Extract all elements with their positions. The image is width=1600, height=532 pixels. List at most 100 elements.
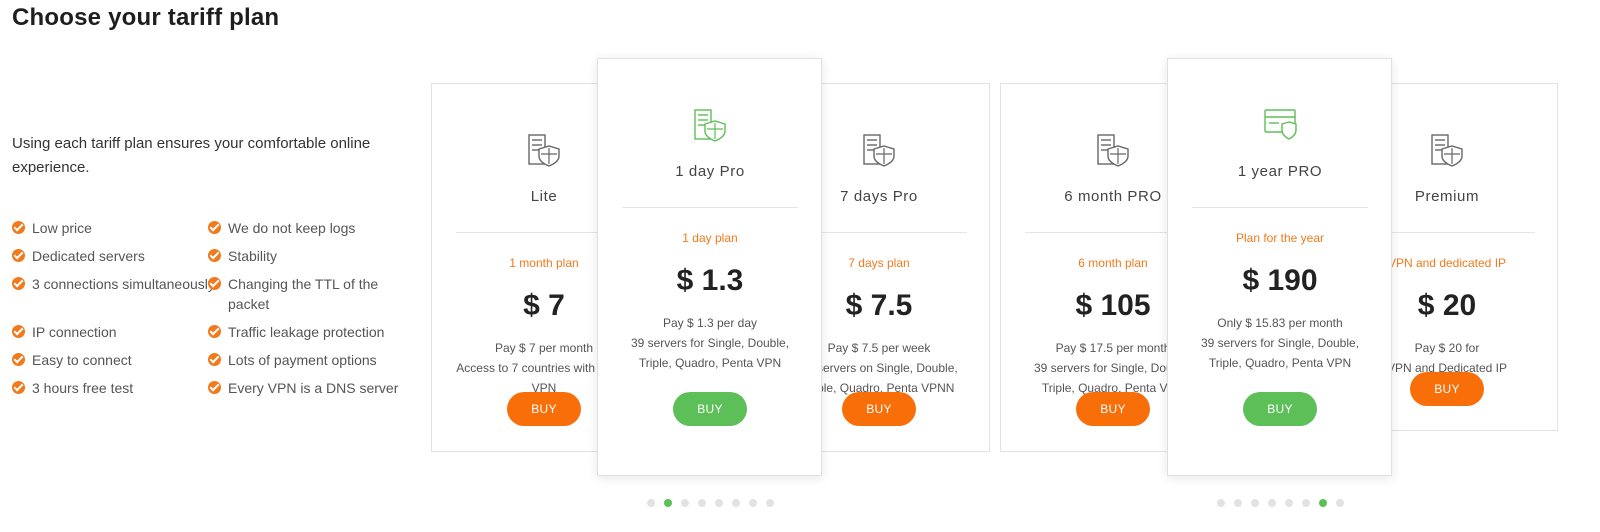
pagination-dot[interactable]	[1251, 499, 1259, 507]
buy-button-lite[interactable]: BUY	[507, 392, 581, 426]
plan-card-7-days-pro: 7 days Pro 7 days plan $ 7.5 Pay $ 7.5 p…	[820, 83, 990, 452]
check-circle-icon	[208, 381, 221, 394]
plan-description: Pay $ 7 per month Access to 7 countries …	[432, 338, 621, 398]
feature-label: Lots of payment options	[228, 352, 377, 368]
pagination-dot[interactable]	[1285, 499, 1293, 507]
plan-subtitle: 1 day plan	[682, 231, 738, 245]
feature-item: Changing the TTL of the packet	[208, 274, 396, 314]
plan-name: Lite	[530, 188, 558, 205]
feature-item: Easy to connect	[12, 350, 222, 370]
server-shield-icon	[1097, 134, 1129, 167]
plan-card-6-month-pro: 6 month PRO 6 month plan $ 105 Pay $ 17.…	[1000, 83, 1180, 452]
pagination-dot[interactable]	[732, 499, 740, 507]
plan-price: $ 7.5	[845, 289, 913, 322]
check-circle-icon	[12, 325, 25, 338]
plan-card-1-day-pro: 1 day Pro 1 day plan $ 1.3 Pay $ 1.3 per…	[597, 58, 822, 476]
pagination-dot[interactable]	[715, 499, 723, 507]
plan-desc-line: Pay $ 7 per month	[494, 341, 594, 355]
divider	[1192, 207, 1368, 208]
plan-desc-line: 39 servers on Single, Double,	[820, 361, 958, 375]
plan-desc-line: Pay $ 17.5 per month	[1055, 341, 1171, 355]
feature-item: 3 hours free test	[12, 378, 222, 398]
plan-description: Pay $ 20 for VPN and Dedicated IP	[1391, 338, 1557, 378]
divider	[622, 207, 798, 208]
pagination-dot[interactable]	[749, 499, 757, 507]
divider	[821, 232, 967, 233]
feature-label: Easy to connect	[32, 352, 132, 368]
plan-desc-line: 39 servers for Single, Double,	[630, 336, 790, 350]
pagination-dot[interactable]	[1268, 499, 1276, 507]
plan-desc-line: 39 servers for Single, Double,	[1200, 336, 1360, 350]
feature-label: Changing the TTL of the packet	[228, 276, 379, 312]
feature-item: We do not keep logs	[208, 218, 418, 238]
plan-name: 7 days Pro	[840, 188, 918, 205]
divider	[1025, 232, 1179, 233]
feature-item: 3 connections simultaneously	[12, 274, 232, 294]
check-circle-icon	[12, 249, 25, 262]
check-circle-icon	[12, 353, 25, 366]
buy-button-1-year-pro[interactable]: BUY	[1243, 392, 1317, 426]
buy-button-1-day-pro[interactable]: BUY	[673, 392, 747, 426]
feature-item: Stability	[208, 246, 418, 266]
server-shield-icon	[528, 134, 560, 167]
feature-label: IP connection	[32, 324, 117, 340]
plan-desc-line: Access to 7 countries with Single	[456, 361, 621, 375]
feature-label: 3 connections simultaneously	[32, 276, 215, 292]
pagination-dot[interactable]	[1302, 499, 1310, 507]
feature-label: Dedicated servers	[32, 248, 145, 264]
plan-desc-line: Pay $ 20 for	[1414, 341, 1480, 355]
plan-description: Pay $ 1.3 per day 39 servers for Single,…	[598, 313, 821, 373]
plan-price: $ 190	[1242, 264, 1318, 297]
buy-button-6-month-pro[interactable]: BUY	[1076, 392, 1150, 426]
check-circle-icon	[208, 221, 221, 234]
buy-button-premium[interactable]: BUY	[1410, 372, 1484, 406]
pagination-dot[interactable]	[1234, 499, 1242, 507]
pagination-dot[interactable]	[681, 499, 689, 507]
plan-desc-line: Only $ 15.83 per month	[1217, 316, 1343, 330]
feature-label: Traffic leakage protection	[228, 324, 385, 340]
plan-card-lite: Lite 1 month plan $ 7 Pay $ 7 per month …	[431, 83, 621, 452]
server-card-shield-icon	[1264, 109, 1297, 140]
plan-name: Premium	[1414, 188, 1480, 205]
plan-desc-line: Triple, Quadro, Penta VPN	[638, 356, 782, 370]
pagination-dot[interactable]	[698, 499, 706, 507]
pagination-dot[interactable]	[1319, 499, 1327, 507]
pagination-dot[interactable]	[647, 499, 655, 507]
feature-label: Every VPN is a DNS server	[228, 380, 399, 396]
check-circle-icon	[208, 277, 221, 290]
pagination-dot[interactable]	[664, 499, 672, 507]
plan-subtitle: 6 month plan	[1078, 256, 1148, 270]
plan-card-1-year-pro: 1 year PRO Plan for the year $ 190 Only …	[1167, 58, 1392, 476]
pagination-dot[interactable]	[766, 499, 774, 507]
server-shield-icon	[863, 134, 895, 167]
plan-subtitle: VPN and dedicated IP	[1390, 256, 1507, 270]
feature-item: Dedicated servers	[12, 246, 222, 266]
plan-description: Pay $ 17.5 per month 39 servers for Sing…	[1001, 338, 1180, 398]
plan-description: Only $ 15.83 per month 39 servers for Si…	[1168, 313, 1391, 373]
check-circle-icon	[208, 353, 221, 366]
feature-item: Low price	[12, 218, 222, 238]
plan-desc-line: Pay $ 1.3 per day	[662, 316, 758, 330]
plan-desc-line: Pay $ 7.5 per week	[827, 341, 931, 355]
feature-label: Low price	[32, 220, 92, 236]
plan-subtitle: Plan for the year	[1235, 231, 1325, 245]
plan-subtitle: 7 days plan	[848, 256, 910, 270]
check-circle-icon	[208, 249, 221, 262]
check-circle-icon	[12, 381, 25, 394]
check-circle-icon	[12, 277, 25, 290]
plan-description: Pay $ 7.5 per week 39 servers on Single,…	[820, 338, 989, 398]
plan-name: 6 month PRO	[1064, 188, 1162, 205]
feature-item: Traffic leakage protection	[208, 322, 418, 342]
plan-subtitle: 1 month plan	[509, 256, 579, 270]
feature-label: 3 hours free test	[32, 380, 134, 396]
plan-card-premium: Premium VPN and dedicated IP $ 20 Pay $ …	[1390, 83, 1558, 431]
page-title: Choose your tariff plan	[12, 4, 280, 31]
plan-desc-line: Triple, Quadro, Penta VPN	[1208, 356, 1352, 370]
feature-item: IP connection	[12, 322, 222, 342]
pagination-dot[interactable]	[1336, 499, 1344, 507]
plan-desc-line: 39 servers for Single, Double,	[1033, 361, 1180, 375]
buy-button-7-days-pro[interactable]: BUY	[842, 392, 916, 426]
plan-price: $ 1.3	[676, 264, 744, 297]
pagination-dot[interactable]	[1217, 499, 1225, 507]
plan-name: 1 year PRO	[1237, 163, 1323, 180]
